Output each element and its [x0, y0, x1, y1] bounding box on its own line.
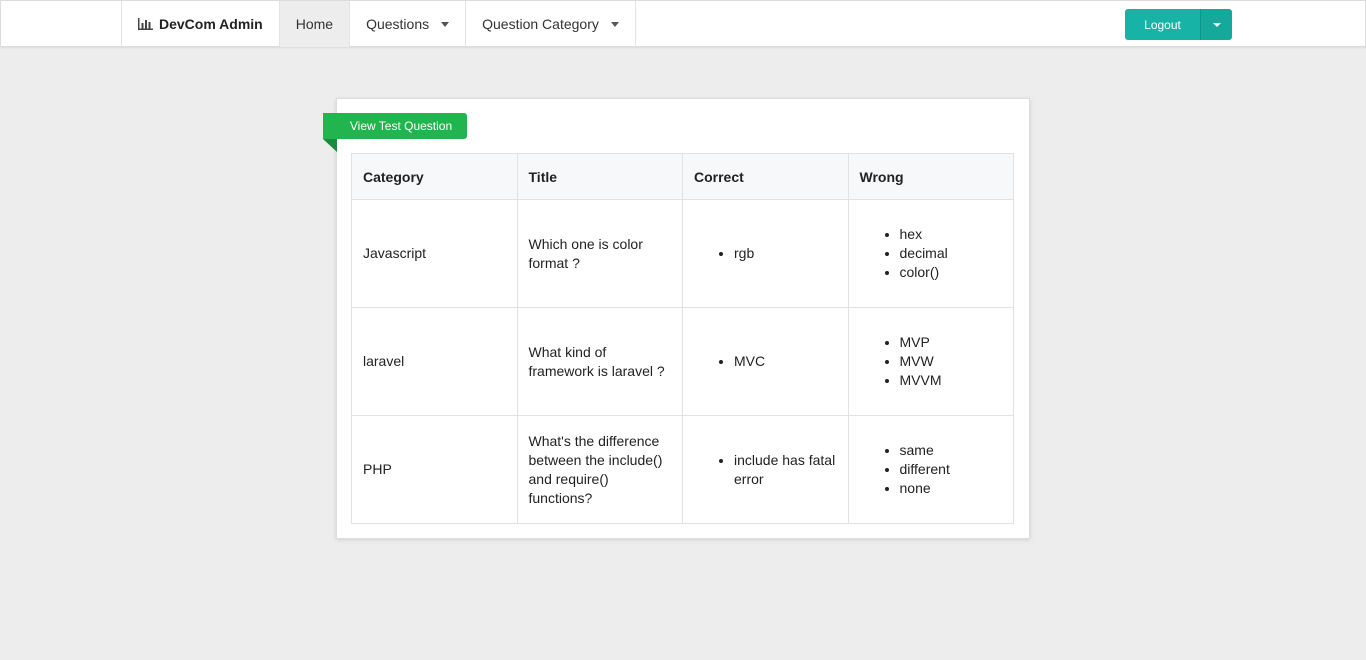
card-ribbon-label: View Test Question: [323, 113, 467, 139]
bar-chart-icon: [138, 18, 153, 30]
cell-category: PHP: [351, 415, 518, 524]
wrong-answers-list: same different none: [860, 441, 1003, 498]
list-item: include has fatal error: [734, 451, 837, 489]
list-item: MVVM: [900, 371, 1003, 390]
header-wrong: Wrong: [847, 153, 1014, 200]
list-item: none: [900, 479, 1003, 498]
chevron-down-icon: [1212, 22, 1221, 27]
cell-category: laravel: [351, 307, 518, 416]
list-item: MVW: [900, 352, 1003, 371]
cell-wrong: hex decimal color(): [847, 199, 1014, 308]
wrong-answers-list: MVP MVW MVVM: [860, 333, 1003, 390]
cell-correct: MVC: [682, 307, 849, 416]
chevron-down-icon: [610, 21, 619, 27]
table-row: Javascript Which one is color format ? r…: [351, 199, 1014, 308]
list-item: rgb: [734, 244, 837, 263]
logout-dropdown-toggle[interactable]: [1200, 9, 1232, 40]
list-item: different: [900, 460, 1003, 479]
cell-title: What's the difference between the includ…: [516, 415, 683, 524]
list-item: hex: [900, 225, 1003, 244]
wrong-answers-list: hex decimal color(): [860, 225, 1003, 282]
header-title: Title: [516, 153, 683, 200]
nav-questions-dropdown[interactable]: Questions: [350, 1, 467, 47]
header-category: Category: [351, 153, 518, 200]
header-correct: Correct: [682, 153, 849, 200]
cell-category: Javascript: [351, 199, 518, 308]
cell-correct: rgb: [682, 199, 849, 308]
correct-answers-list: include has fatal error: [694, 451, 837, 489]
list-item: same: [900, 441, 1003, 460]
nav-question-category-label: Question Category: [482, 16, 599, 32]
top-navbar: DevCom Admin Home Questions Question Cat…: [0, 0, 1366, 47]
cell-wrong: MVP MVW MVVM: [847, 307, 1014, 416]
nav-home-label: Home: [295, 16, 334, 32]
table-row: laravel What kind of framework is larave…: [351, 307, 1014, 416]
list-item: MVP: [900, 333, 1003, 352]
ribbon-tail: [323, 139, 337, 152]
brand-link[interactable]: DevCom Admin: [122, 1, 280, 47]
table-row: PHP What's the difference between the in…: [351, 415, 1014, 524]
nav-question-category-dropdown[interactable]: Question Category: [466, 1, 636, 47]
nav-menu: DevCom Admin Home Questions Question Cat…: [121, 1, 636, 47]
list-item: MVC: [734, 352, 837, 371]
logout-button[interactable]: Logout: [1125, 9, 1200, 40]
nav-questions-label: Questions: [366, 16, 430, 32]
table-header-row: Category Title Correct Wrong: [351, 153, 1014, 200]
correct-answers-list: MVC: [694, 352, 837, 371]
cell-title: What kind of framework is laravel ?: [516, 307, 683, 416]
cell-wrong: same different none: [847, 415, 1014, 524]
chevron-down-icon: [441, 21, 450, 27]
cell-title: Which one is color format ?: [516, 199, 683, 308]
list-item: color(): [900, 263, 1003, 282]
logout-button-group: Logout: [1125, 9, 1232, 40]
brand-name: DevCom Admin: [159, 16, 263, 32]
questions-table: Category Title Correct Wrong Javascript …: [351, 153, 1014, 524]
correct-answers-list: rgb: [694, 244, 837, 263]
nav-home[interactable]: Home: [279, 1, 351, 47]
cell-correct: include has fatal error: [682, 415, 849, 524]
list-item: decimal: [900, 244, 1003, 263]
